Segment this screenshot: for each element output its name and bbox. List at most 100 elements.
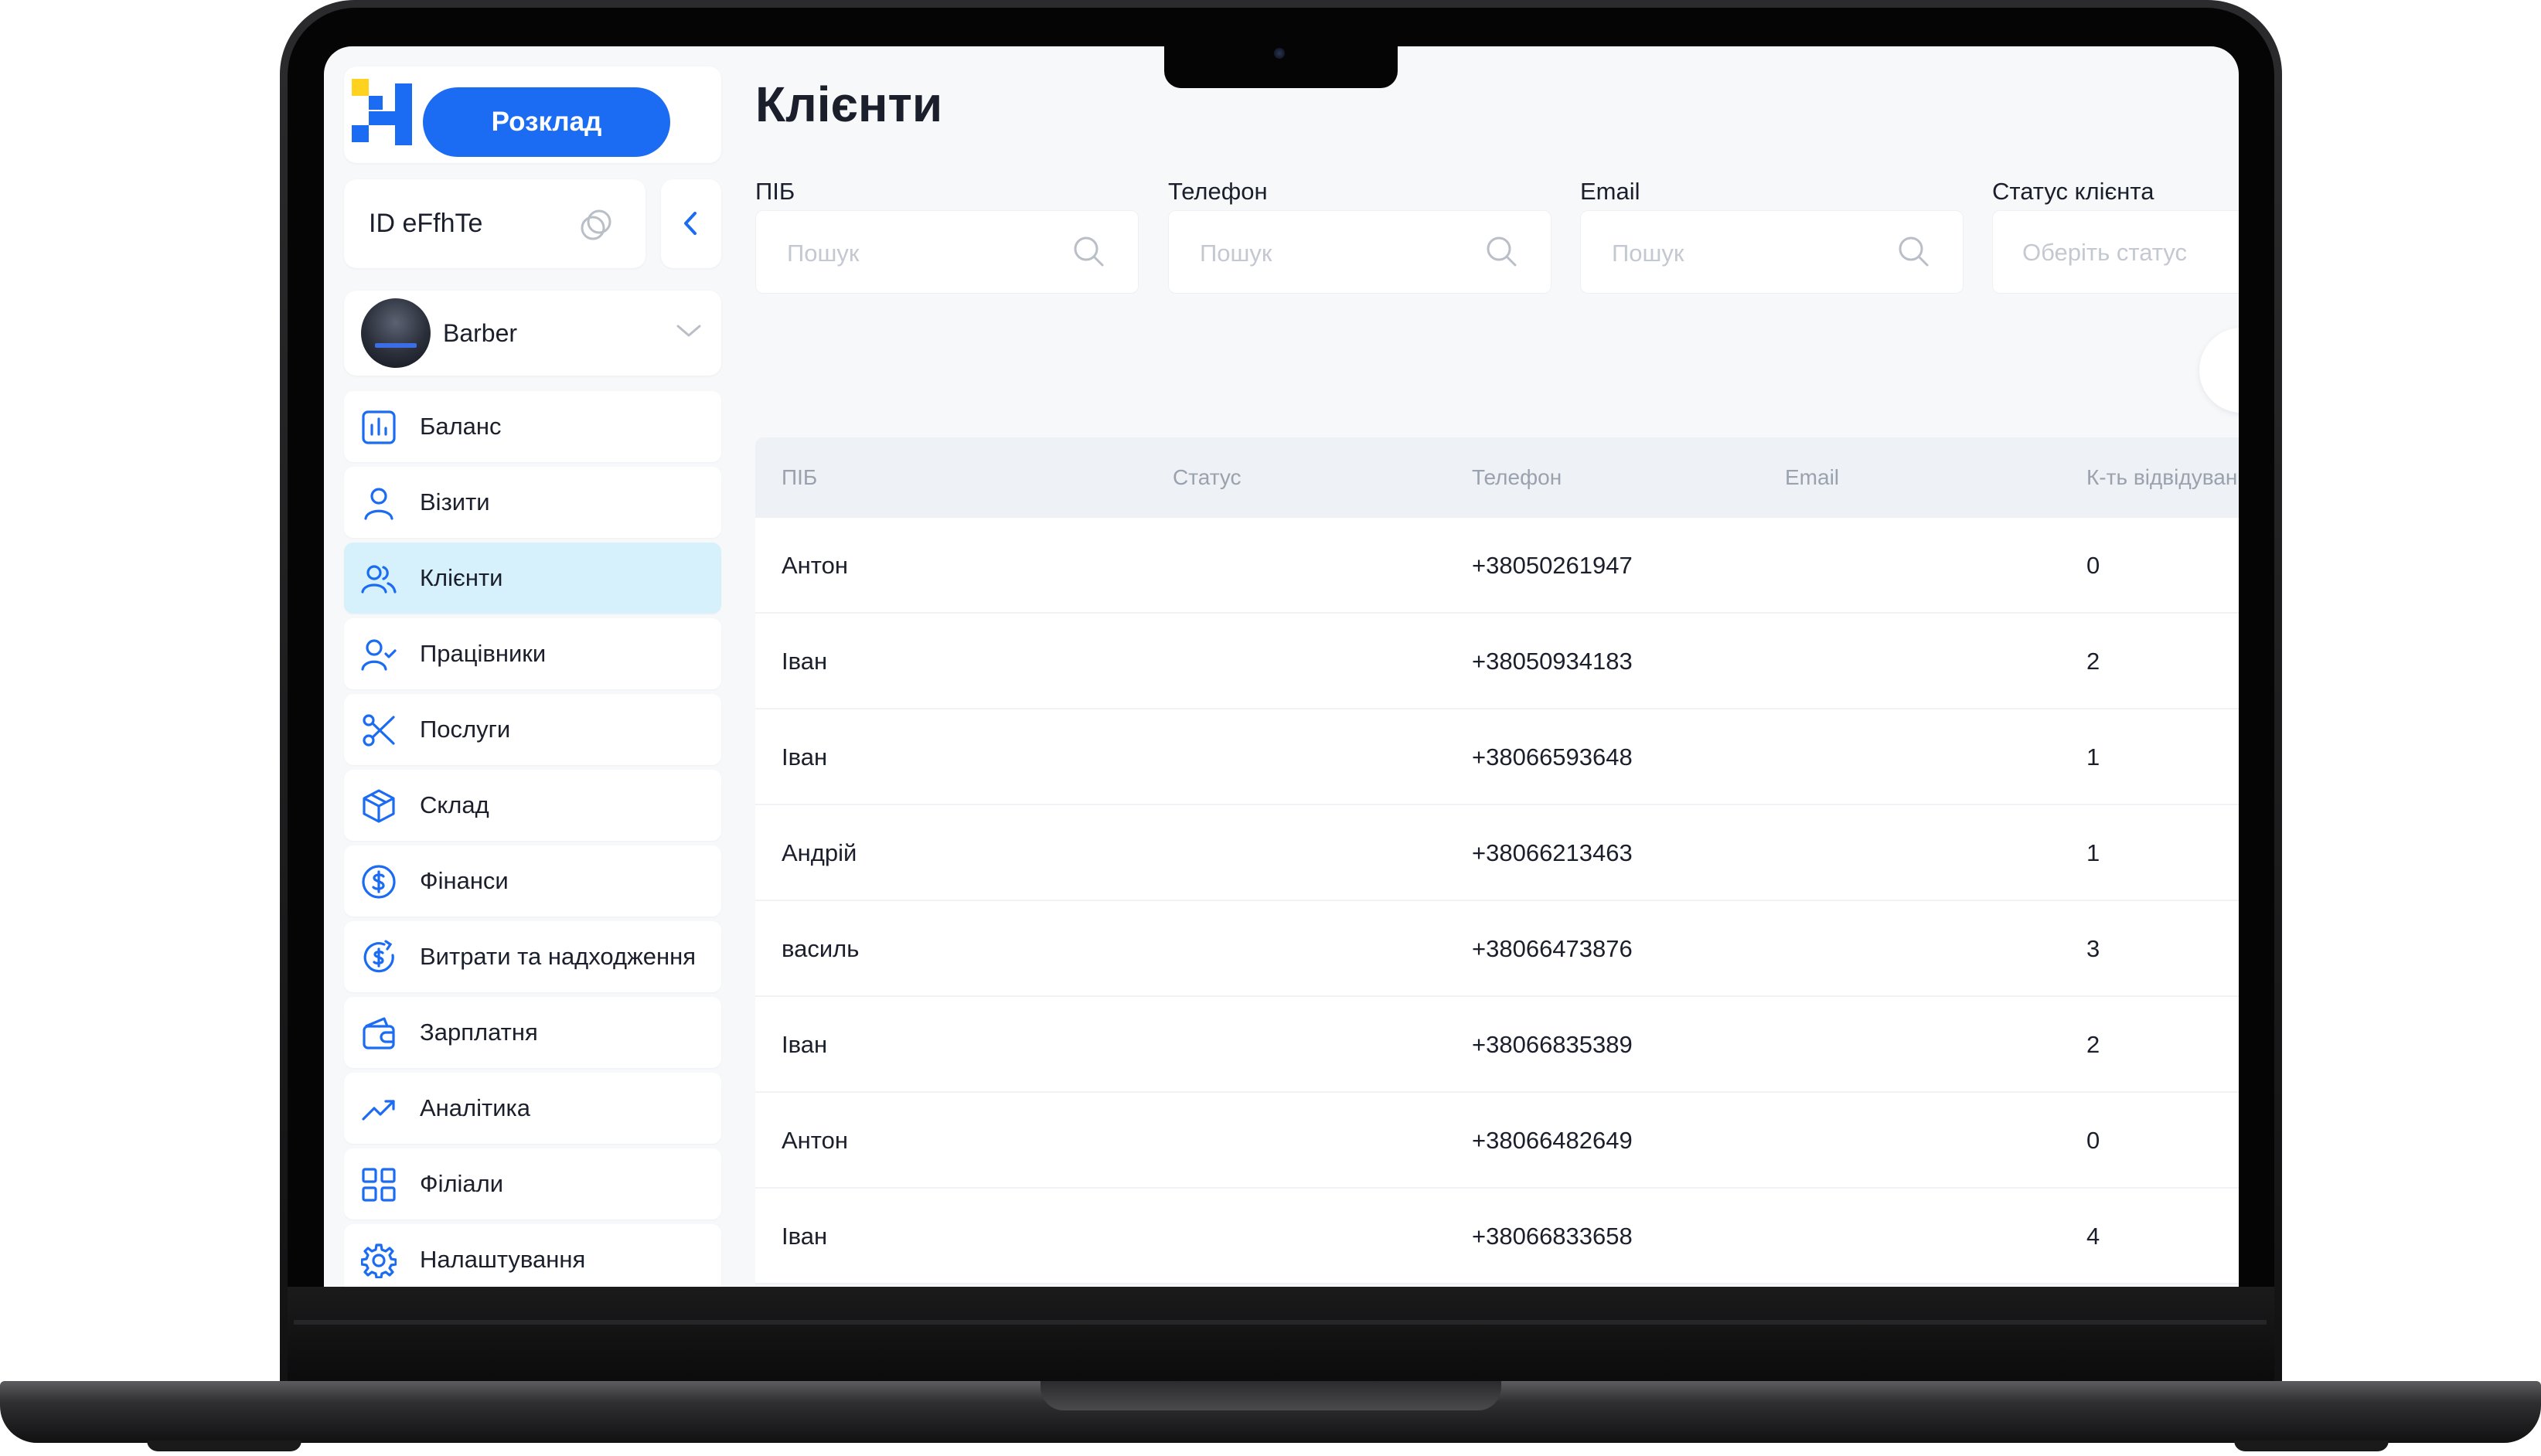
filter-phone-label: Телефон bbox=[1168, 178, 1268, 205]
column-header-email[interactable]: Email bbox=[1785, 437, 1839, 518]
sidebar-item-label: Працівники bbox=[420, 640, 547, 667]
grid-icon bbox=[362, 1168, 396, 1202]
sidebar-item-clients[interactable]: Клієнти bbox=[344, 543, 721, 614]
table-row[interactable]: Іван +38066833658 4 bbox=[755, 1189, 2239, 1284]
camera-notch bbox=[1164, 45, 1398, 88]
cell-phone: +38066213463 bbox=[1472, 839, 1633, 866]
laptop-bezel-bottom bbox=[288, 1287, 2274, 1383]
main-content: Клієнти ПІБ Телефон Email Статус клієнта… bbox=[755, 46, 2239, 1287]
trending-up-icon bbox=[362, 1100, 395, 1121]
filter-status-label: Статус клієнта bbox=[1992, 178, 2154, 205]
user-check-icon bbox=[361, 639, 397, 671]
sidebar-item-expenses-income[interactable]: Витрати та надходження bbox=[344, 921, 721, 992]
sidebar-item-label: Послуги bbox=[420, 716, 511, 743]
email-search-input[interactable] bbox=[1610, 234, 1892, 273]
laptop-base-notch bbox=[1041, 1381, 1501, 1410]
search-icon[interactable] bbox=[1071, 234, 1105, 268]
laptop-foot-left bbox=[147, 1441, 301, 1451]
table-row[interactable]: Іван +38066593648 1 bbox=[755, 709, 2239, 805]
cell-visits: 0 bbox=[2086, 1127, 2100, 1154]
column-header-visits[interactable]: К-ть відвідувань bbox=[2086, 437, 2239, 518]
cell-phone: +38066473876 bbox=[1472, 935, 1633, 962]
table-header: ПІБ Статус Телефон Email К-ть відвідуван… bbox=[755, 437, 2239, 518]
column-header-name[interactable]: ПІБ bbox=[782, 437, 817, 518]
table-row[interactable]: Андрій +38066213463 1 bbox=[755, 805, 2239, 901]
filter-phone-box bbox=[1168, 210, 1552, 294]
action-button[interactable] bbox=[2199, 328, 2239, 413]
column-header-phone[interactable]: Телефон bbox=[1472, 437, 1562, 518]
table-row[interactable]: Іван +38050934183 2 bbox=[755, 614, 2239, 709]
sidebar-item-services[interactable]: Послуги bbox=[344, 694, 721, 765]
sidebar-item-label: Філіали bbox=[420, 1170, 504, 1197]
column-header-status[interactable]: Статус bbox=[1173, 437, 1242, 518]
cell-phone: +38066833658 bbox=[1472, 1223, 1633, 1250]
chevron-left-icon bbox=[684, 212, 697, 235]
branch-avatar bbox=[361, 298, 431, 368]
screen: Розклад ID eFfhTe Barber Баланс Візити К… bbox=[324, 46, 2239, 1287]
filter-email-box bbox=[1580, 210, 1964, 294]
sidebar-item-label: Склад bbox=[420, 791, 489, 818]
sidebar-item-label: Баланс bbox=[420, 413, 502, 440]
sidebar-item-balance[interactable]: Баланс bbox=[344, 391, 721, 462]
branch-name: Barber bbox=[443, 319, 518, 347]
sidebar-item-visits[interactable]: Візити bbox=[344, 467, 721, 538]
cell-name: Іван bbox=[782, 648, 828, 675]
filter-name-box bbox=[755, 210, 1139, 294]
table-row[interactable]: Антон +38050261947 0 bbox=[755, 518, 2239, 614]
brand-logo-icon bbox=[352, 79, 412, 145]
clients-table: ПІБ Статус Телефон Email К-ть відвідуван… bbox=[755, 437, 2239, 1284]
sidebar-item-finance[interactable]: Фінанси bbox=[344, 845, 721, 917]
sidebar-item-settings[interactable]: Налаштування bbox=[344, 1224, 721, 1287]
status-select-placeholder: Оберіть статус bbox=[2022, 239, 2187, 266]
cell-name: василь bbox=[782, 935, 860, 962]
schedule-button[interactable]: Розклад bbox=[423, 87, 670, 157]
cell-name: Іван bbox=[782, 743, 828, 771]
laptop-hinge-line bbox=[294, 1320, 2267, 1325]
chevron-down-icon bbox=[676, 325, 701, 337]
users-icon bbox=[361, 565, 397, 594]
cell-name: Антон bbox=[782, 1127, 849, 1154]
cell-name: Іван bbox=[782, 1031, 828, 1058]
box-icon bbox=[363, 789, 395, 823]
status-select[interactable]: Оберіть статус bbox=[1992, 210, 2239, 294]
filter-email-label: Email bbox=[1580, 178, 1640, 205]
cell-phone: +38066593648 bbox=[1472, 743, 1633, 771]
cell-phone: +38050261947 bbox=[1472, 552, 1633, 579]
account-id-card: ID eFfhTe bbox=[344, 179, 645, 268]
cell-name: Андрій bbox=[782, 839, 857, 866]
sidebar-item-label: Візити bbox=[420, 488, 490, 515]
collapse-sidebar-button[interactable] bbox=[661, 179, 721, 268]
sidebar-item-analytics[interactable]: Аналітика bbox=[344, 1073, 721, 1144]
branch-selector[interactable]: Barber bbox=[344, 291, 721, 376]
search-icon[interactable] bbox=[1896, 234, 1930, 268]
table-row[interactable]: василь +38066473876 3 bbox=[755, 901, 2239, 997]
cell-name: Антон bbox=[782, 552, 849, 579]
sidebar-item-employees[interactable]: Працівники bbox=[344, 618, 721, 689]
sync-icon[interactable] bbox=[577, 205, 616, 243]
cell-visits: 1 bbox=[2086, 839, 2100, 866]
sidebar-item-label: Зарплатня bbox=[420, 1019, 538, 1046]
sidebar-item-branches[interactable]: Філіали bbox=[344, 1148, 721, 1220]
cell-visits: 4 bbox=[2086, 1223, 2100, 1250]
table-row[interactable]: Іван +38066835389 2 bbox=[755, 997, 2239, 1093]
scissors-icon bbox=[363, 714, 395, 747]
sidebar-item-label: Витрати та надходження bbox=[420, 943, 697, 970]
cell-visits: 2 bbox=[2086, 648, 2100, 675]
logo-card: Розклад bbox=[344, 66, 721, 163]
laptop-foot-right bbox=[2234, 1441, 2389, 1451]
wallet-icon bbox=[363, 1017, 395, 1049]
search-icon[interactable] bbox=[1484, 234, 1518, 268]
phone-search-input[interactable] bbox=[1198, 234, 1480, 273]
gear-icon bbox=[361, 1243, 397, 1278]
sidebar-item-label: Аналітика bbox=[420, 1094, 531, 1121]
cell-phone: +38066482649 bbox=[1472, 1127, 1633, 1154]
sidebar-item-salary[interactable]: Зарплатня bbox=[344, 997, 721, 1068]
camera-lens bbox=[1274, 48, 1285, 59]
table-row[interactable]: Антон +38066482649 0 bbox=[755, 1093, 2239, 1189]
dollar-circle-icon bbox=[362, 865, 396, 899]
cell-name: Іван bbox=[782, 1223, 828, 1250]
name-search-input[interactable] bbox=[785, 234, 1067, 273]
account-id: ID eFfhTe bbox=[369, 209, 483, 238]
sidebar-item-warehouse[interactable]: Склад bbox=[344, 770, 721, 841]
filter-name-label: ПІБ bbox=[755, 178, 795, 205]
